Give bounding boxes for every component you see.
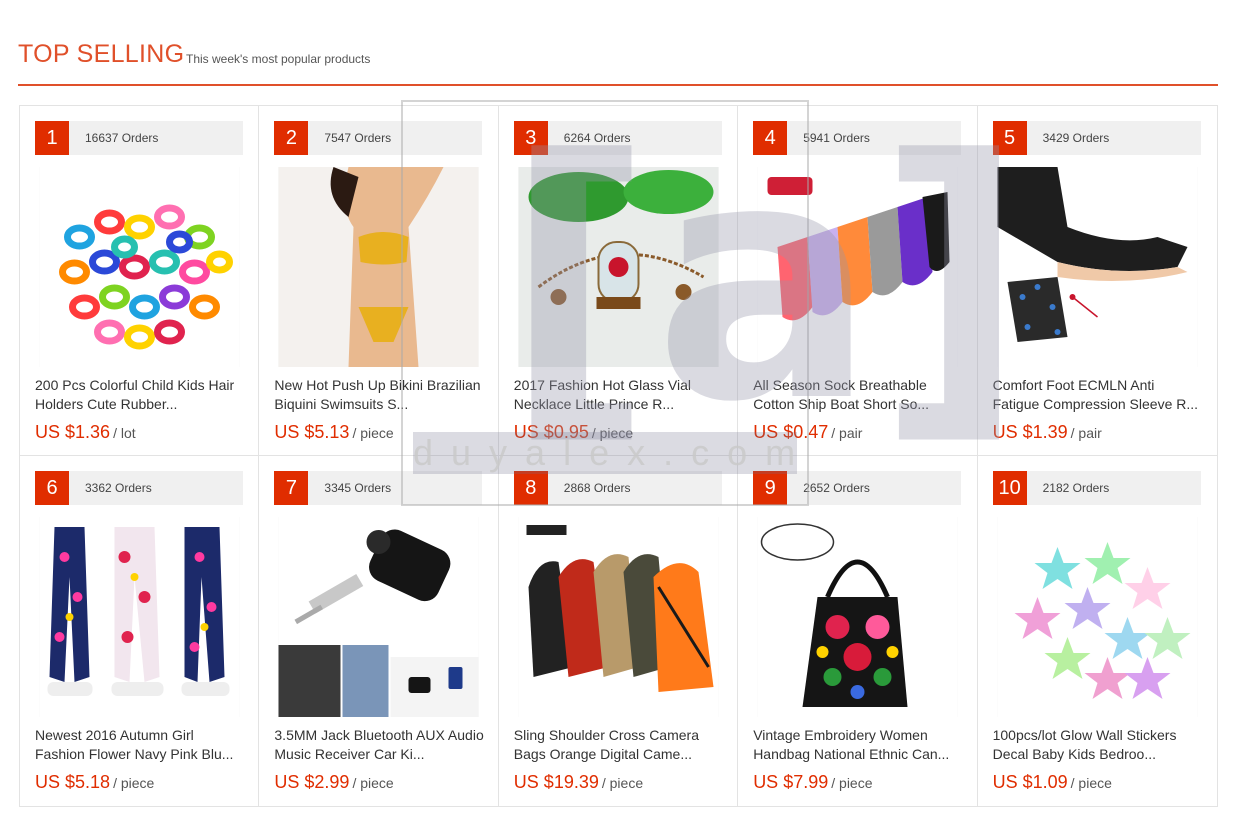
rank-badge: 4	[753, 121, 788, 155]
price-line: US $1.39/ pair	[993, 422, 1102, 443]
star-stickers-image[interactable]	[996, 517, 1198, 717]
price-line: US $0.95/ piece	[514, 422, 633, 443]
orders-count: 5941 Orders	[803, 131, 870, 145]
product-name[interactable]: 2017 Fashion Hot Glass Vial Necklace Lit…	[514, 376, 724, 414]
price-unit: / lot	[113, 425, 136, 441]
product-name[interactable]: 200 Pcs Colorful Child Kids Hair Holders…	[35, 376, 245, 414]
price-line: US $1.36/ lot	[35, 422, 136, 443]
rank-badge: 1	[35, 121, 69, 155]
product-card[interactable]: 10 2182 Orders 100pcs/lot Glow Wall Stic…	[978, 456, 1217, 806]
product-card[interactable]: 8 2868 Orders Sling Shoulder Cross Camer…	[499, 456, 739, 806]
price-unit: / piece	[352, 425, 394, 441]
product-card[interactable]: 1 16637 Orders 200 Pcs Colorful Child Ki…	[20, 106, 260, 456]
section-header: TOP SELLING This week's most popular pro…	[18, 38, 1218, 86]
price-line: US $7.99/ piece	[753, 772, 872, 793]
orders-count: 2182 Orders	[1042, 481, 1110, 495]
price-line: US $0.47/ pair	[753, 422, 862, 443]
product-card[interactable]: 2 7547 Orders New Hot Push Up Bikini Bra…	[259, 106, 499, 456]
bluetooth-receiver-image[interactable]	[278, 517, 480, 717]
product-price: US $5.18	[35, 772, 111, 792]
rank-badge: 6	[35, 471, 69, 505]
price-unit: / piece	[591, 425, 634, 441]
rank-bar: 7 3345 Orders	[274, 471, 483, 505]
orders-count: 2868 Orders	[563, 481, 631, 495]
rank-bar: 2 7547 Orders	[274, 121, 483, 155]
price-line: US $5.13/ piece	[274, 422, 393, 443]
orders-count: 2652 Orders	[803, 481, 870, 495]
rank-badge: 3	[513, 121, 548, 155]
socks-image[interactable]	[757, 167, 959, 367]
section-subtitle: This week's most popular products	[186, 52, 371, 66]
rank-badge: 5	[992, 121, 1027, 155]
rank-bar: 10 2182 Orders	[992, 471, 1201, 505]
orders-count: 7547 Orders	[324, 131, 392, 145]
rank-bar: 4 5941 Orders	[753, 121, 962, 155]
price-line: US $1.09/ piece	[993, 772, 1112, 793]
price-unit: / piece	[352, 775, 394, 791]
price-line: US $2.99/ piece	[274, 772, 393, 793]
rank-bar: 1 16637 Orders	[35, 121, 243, 155]
handbag-image[interactable]	[757, 517, 959, 717]
rank-badge: 7	[274, 471, 309, 505]
product-card[interactable]: 6 3362 Orders Newest 2016 Autumn Girl Fa…	[20, 456, 260, 806]
orders-count: 6264 Orders	[563, 131, 631, 145]
product-name[interactable]: Vintage Embroidery Women Handbag Nationa…	[753, 726, 963, 764]
product-price: US $0.47	[753, 422, 829, 442]
product-name[interactable]: Newest 2016 Autumn Girl Fashion Flower N…	[35, 726, 245, 764]
product-price: US $1.09	[992, 772, 1068, 792]
camera-bags-image[interactable]	[517, 517, 719, 717]
product-name[interactable]: Sling Shoulder Cross Camera Bags Orange …	[514, 726, 724, 764]
orders-count: 3429 Orders	[1042, 131, 1110, 145]
product-card[interactable]: 5 3429 Orders Comfort Foot ECMLN Anti Fa…	[977, 106, 1217, 456]
rank-bar: 5 3429 Orders	[992, 121, 1201, 155]
rank-bar: 6 3362 Orders	[35, 471, 243, 505]
product-name[interactable]: Comfort Foot ECMLN Anti Fatigue Compress…	[993, 376, 1203, 414]
product-price: US $2.99	[274, 772, 350, 792]
price-unit: / piece	[831, 775, 873, 791]
product-card[interactable]: 4 5941 Orders All Season Sock Breathable…	[738, 106, 978, 456]
product-price: US $0.95	[513, 422, 589, 442]
rank-badge: 8	[513, 471, 548, 505]
product-price: US $19.39	[513, 772, 599, 792]
product-price: US $1.39	[992, 422, 1068, 442]
price-unit: / pair	[831, 425, 863, 441]
price-unit: / piece	[601, 775, 644, 791]
leggings-image[interactable]	[39, 517, 240, 717]
orders-count: 3345 Orders	[324, 481, 392, 495]
rank-badge: 9	[753, 471, 788, 505]
product-card[interactable]: 3 6264 Orders 2017 Fashion Hot Glass Via…	[498, 106, 739, 456]
product-price: US $7.99	[753, 772, 829, 792]
price-line: US $5.18/ piece	[35, 772, 154, 793]
price-line: US $19.39/ piece	[514, 772, 643, 793]
rank-badge: 2	[274, 121, 309, 155]
product-name[interactable]: 3.5MM Jack Bluetooth AUX Audio Music Rec…	[274, 726, 484, 764]
bikini-image[interactable]	[278, 167, 480, 367]
product-card[interactable]: 7 3345 Orders 3.5MM Jack Bluetooth AUX A…	[259, 456, 499, 806]
rank-bar: 9 2652 Orders	[753, 471, 962, 505]
compression-sleeve-image[interactable]	[996, 167, 1198, 367]
necklace-image[interactable]	[517, 167, 719, 367]
price-unit: / pair	[1070, 425, 1102, 441]
rank-bar: 3 6264 Orders	[513, 121, 722, 155]
orders-count: 3362 Orders	[85, 481, 152, 495]
rank-badge: 10	[992, 471, 1027, 505]
product-name[interactable]: New Hot Push Up Bikini Brazilian Biquini…	[274, 376, 484, 414]
price-unit: / piece	[1070, 775, 1112, 791]
product-price: US $1.36	[35, 422, 111, 442]
orders-count: 16637 Orders	[85, 131, 159, 145]
product-name[interactable]: All Season Sock Breathable Cotton Ship B…	[753, 376, 963, 414]
rank-bar: 8 2868 Orders	[513, 471, 722, 505]
product-name[interactable]: 100pcs/lot Glow Wall Stickers Decal Baby…	[993, 726, 1203, 764]
hair-ties-image[interactable]	[39, 167, 240, 367]
product-card[interactable]: 9 2652 Orders Vintage Embroidery Women H…	[738, 456, 978, 806]
product-price: US $5.13	[274, 422, 350, 442]
price-unit: / piece	[113, 775, 155, 791]
product-grid: 1 16637 Orders 200 Pcs Colorful Child Ki…	[19, 105, 1218, 807]
section-title: TOP SELLING	[18, 40, 185, 68]
